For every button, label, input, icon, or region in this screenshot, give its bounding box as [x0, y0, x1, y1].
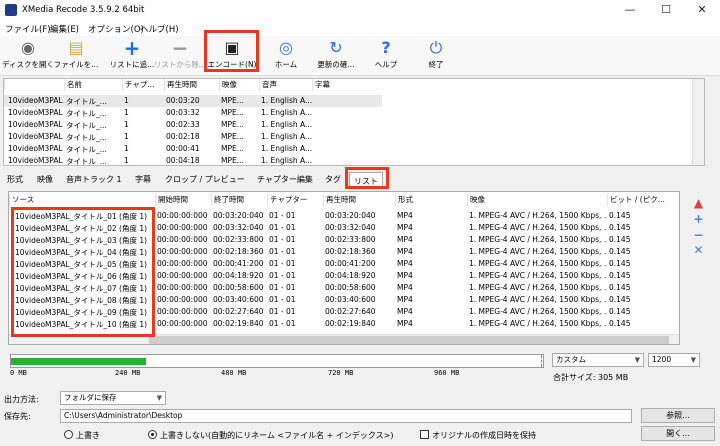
refresh-icon: ↻	[329, 38, 343, 57]
output-method-select[interactable]: フォルダに保存 ▼	[60, 391, 166, 405]
table-row[interactable]: 10videoM3PAL タイトル_... 1 00:03:20 MPE... …	[4, 95, 382, 107]
tick-label: 240 MB	[115, 369, 141, 377]
menu-help[interactable]: ヘルプ(H)	[140, 23, 179, 35]
overwrite-label: 上書き	[76, 431, 100, 440]
minimize-icon[interactable]: —	[612, 0, 648, 20]
size-limit-marker	[541, 355, 542, 367]
home-button[interactable]: ◎ ホーム	[258, 36, 314, 76]
open-file-button[interactable]: ▤ ファイルを...	[48, 36, 104, 76]
power-icon: ⏻	[429, 38, 443, 57]
list-tab-highlight	[345, 167, 389, 189]
no-overwrite-radio[interactable]	[148, 430, 157, 439]
menu-options[interactable]: オプション(O)	[88, 23, 144, 35]
tab-crop-preview[interactable]: クロップ / プレビュー	[165, 174, 245, 185]
table-row[interactable]: 10videoM3PAL タイトル_... 1 00:02:33 MPE... …	[4, 119, 704, 131]
destination-label: 保存先:	[4, 412, 31, 421]
scrollbar-thumb[interactable]	[149, 336, 669, 344]
menu-edit[interactable]: 編集(E)	[50, 23, 79, 35]
file-table: 名前 チャプ... 再生時間 映像 音声 字幕 10videoM3PAL タイト…	[3, 78, 705, 166]
browse-button[interactable]: 参照...	[641, 408, 715, 423]
keep-date-checkbox[interactable]	[420, 430, 429, 439]
minus-icon: −	[171, 36, 189, 60]
size-preset-select[interactable]: カスタム ▼	[552, 353, 644, 367]
title-bar: XMedia Recode 3.5.9.2 64bit — ☐ ✕	[0, 0, 720, 20]
tab-tags[interactable]: タグ	[325, 174, 341, 185]
tick-label: 960 MB	[434, 369, 460, 377]
exit-button[interactable]: ⏻ 終了	[408, 36, 464, 76]
window-title: XMedia Recode 3.5.9.2 64bit	[22, 5, 145, 15]
tick-label: 480 MB	[221, 369, 247, 377]
table-row[interactable]: 10videoM3PAL タイトル_... 1 00:03:32 MPE... …	[4, 107, 704, 119]
menu-bar: ファイル(F) 編集(E) オプション(O) ヘルプ(H)	[0, 20, 720, 36]
disc-icon: ◉	[21, 38, 35, 57]
table-row[interactable]: 10videoM3PAL タイトル_... 1 00:02:18 MPE... …	[4, 131, 704, 143]
plus-icon: +	[123, 36, 141, 60]
size-bar-fill	[11, 358, 146, 365]
table-row[interactable]: 10videoM3PAL タイトル_... 1 00:04:18 MPE... …	[4, 155, 704, 165]
menu-file[interactable]: ファイル(F)	[5, 23, 51, 35]
file-table-scrollbar[interactable]	[692, 79, 704, 165]
open-button[interactable]: 開く...	[641, 426, 715, 441]
app-icon	[5, 4, 17, 16]
table-row[interactable]: 10videoM3PAL タイトル_... 1 00:00:41 MPE... …	[4, 143, 704, 155]
tick-label: 0 MB	[10, 369, 27, 377]
overwrite-radio[interactable]	[64, 430, 73, 439]
file-table-header: 名前 チャプ... 再生時間 映像 音声 字幕	[4, 79, 704, 91]
folder-icon: ▤	[68, 38, 84, 57]
tab-video[interactable]: 映像	[37, 174, 53, 185]
list-table-header: ソース 開始時間 終了時間 チャプター 再生時間 形式 映像 ビット / (ピク…	[9, 194, 679, 206]
output-method-label: 出力方法:	[4, 395, 39, 404]
globe-icon: ◎	[279, 38, 293, 57]
list-clear-icon[interactable]: ✕	[692, 244, 705, 257]
move-up-icon[interactable]: ▲	[692, 197, 705, 210]
help-icon: ?	[381, 38, 391, 57]
tick-label: 720 MB	[328, 369, 354, 377]
encode-highlight	[204, 30, 259, 72]
tab-format[interactable]: 形式	[7, 174, 23, 185]
tab-chapter-edit[interactable]: チャプター編集	[257, 174, 313, 185]
chevron-down-icon: ▼	[634, 356, 640, 364]
no-overwrite-label: 上書きしない(自動的にリネーム <ファイル名 + インデックス>)	[160, 431, 394, 440]
help-button[interactable]: ? ヘルプ	[358, 36, 414, 76]
total-size-label: 合計サイズ: 305 MB	[553, 373, 629, 382]
remove-from-list-button[interactable]: − リストから除...	[152, 36, 208, 76]
list-remove-icon[interactable]: −	[692, 229, 705, 242]
check-update-button[interactable]: ↻ 更新の確...	[308, 36, 364, 76]
chevron-down-icon: ▼	[156, 394, 162, 402]
toolbar: ◉ ディスクを開く ▤ ファイルを... + リストに追... − リストから除…	[0, 36, 720, 76]
maximize-icon[interactable]: ☐	[648, 0, 684, 20]
close-icon[interactable]: ✕	[684, 0, 720, 20]
tab-subtitle[interactable]: 字幕	[135, 174, 151, 185]
keep-date-label: オリジナルの作成日時を保持	[432, 431, 536, 440]
size-bar	[10, 354, 544, 368]
list-add-icon[interactable]: +	[692, 213, 705, 226]
size-limit-input[interactable]: 1200 ▼	[648, 353, 700, 367]
destination-path-input[interactable]: C:\Users\Administrator\Desktop	[60, 409, 632, 423]
tab-audio[interactable]: 音声トラック 1	[66, 174, 122, 185]
chevron-down-icon: ▼	[690, 356, 696, 364]
source-column-highlight	[11, 207, 155, 337]
